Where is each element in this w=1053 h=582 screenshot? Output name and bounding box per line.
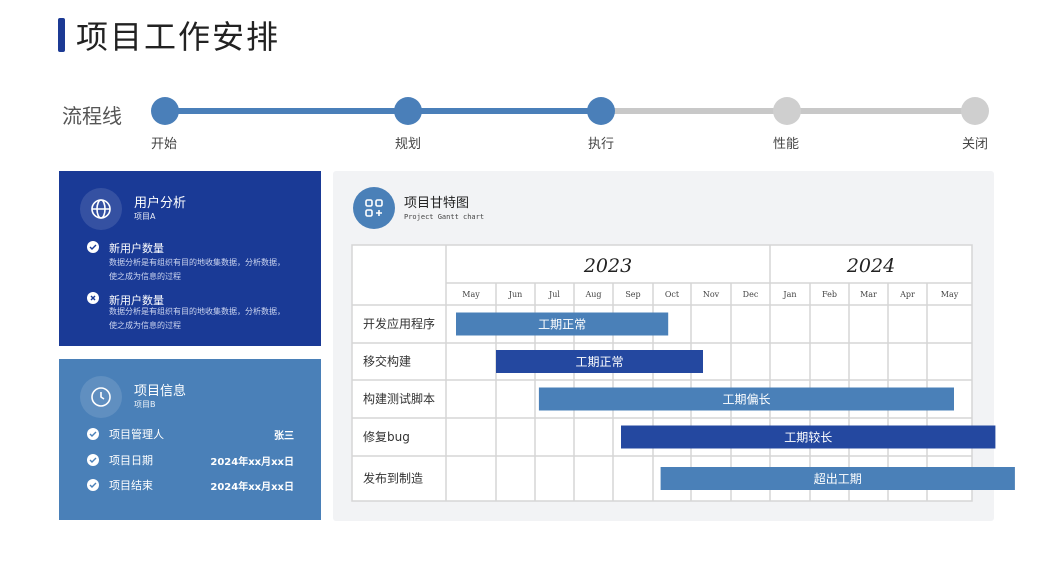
task-bar-label: 工期较长 [784, 430, 832, 445]
month-label: Jul [548, 290, 560, 299]
month-label: May [462, 290, 480, 299]
month-label: Feb [822, 290, 837, 299]
task-bar-label: 工期偏长 [722, 392, 770, 407]
month-label: Jan [782, 290, 796, 299]
task-bar-label: 工期正常 [538, 318, 586, 332]
month-label: Dec [743, 290, 759, 299]
task-name: 修复bug [363, 429, 410, 444]
month-label: Sep [625, 290, 640, 299]
task-bar-label: 工期正常 [575, 355, 623, 369]
month-label: Mar [860, 290, 877, 299]
task-bar-label: 超出工期 [814, 471, 862, 486]
year-label: 2024 [846, 255, 895, 277]
year-label: 2023 [583, 255, 632, 277]
task-name: 发布到制造 [363, 471, 423, 486]
task-name: 开发应用程序 [363, 316, 435, 331]
month-label: May [941, 290, 959, 299]
gantt-chart: 2023 2024 May Jun Jul Aug Sep Oct Nov Dec Jan Feb Ma… [351, 244, 1015, 502]
task-name: 移交构建 [363, 354, 411, 369]
month-label: Nov [703, 290, 720, 299]
task-name: 构建测试脚本 [363, 391, 435, 406]
month-label: Jun [508, 290, 523, 299]
month-label: Aug [584, 290, 601, 299]
month-label: Oct [665, 290, 680, 299]
month-label: Apr [899, 290, 915, 299]
